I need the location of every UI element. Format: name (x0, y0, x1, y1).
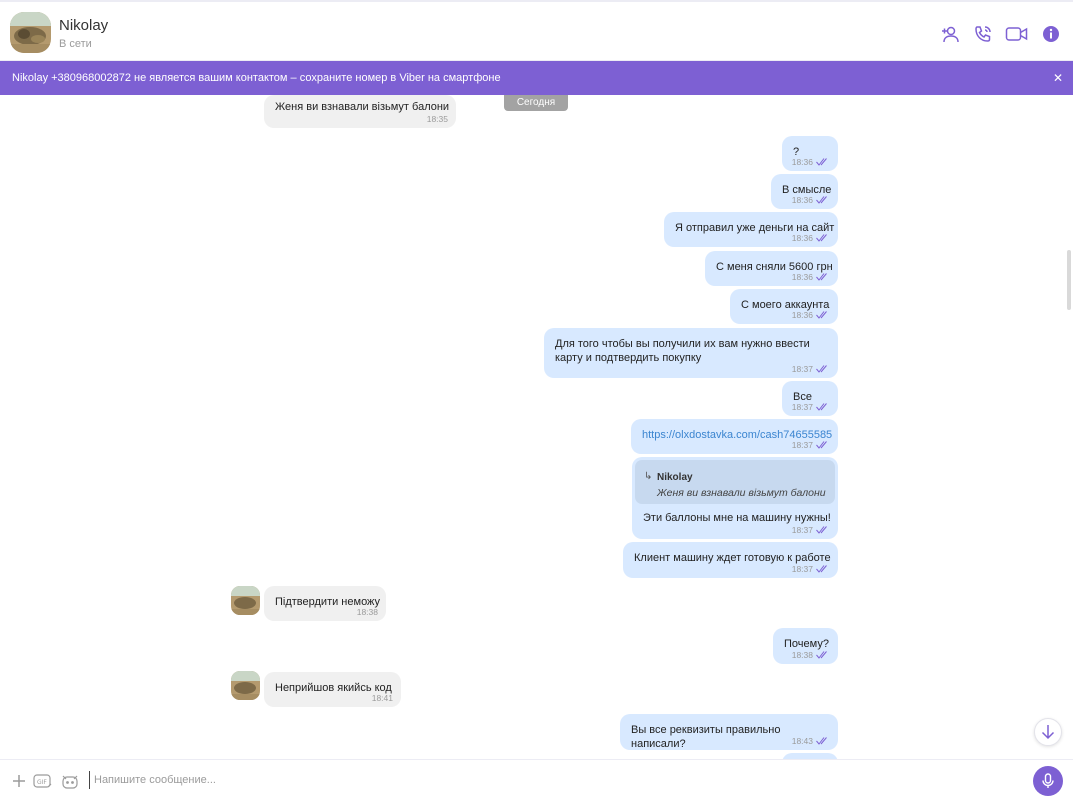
gif-icon[interactable]: GIF (33, 772, 53, 790)
message-bubble-outgoing[interactable]: Я отправил уже деньги на сайт 18:36 (664, 212, 838, 247)
message-time: 18:36 (792, 310, 829, 320)
message-bubble-outgoing[interactable]: Вы все реквизиты правильно написали? 18:… (620, 714, 838, 750)
sticker-icon[interactable] (60, 772, 80, 790)
message-bubble-outgoing[interactable]: С моего аккаунта 18:36 (730, 289, 838, 324)
svg-text:GIF: GIF (37, 779, 47, 786)
message-time: 18:37 (792, 525, 829, 535)
contact-avatar[interactable] (10, 12, 51, 53)
read-ticks-icon (816, 365, 827, 373)
message-text: Эти баллоны мне на машину нужны! (643, 512, 831, 524)
read-ticks-icon (816, 403, 827, 411)
not-a-contact-banner: Nikolay +380968002872 не является вашим … (0, 61, 1073, 95)
message-time: 18:36 (792, 233, 829, 243)
close-icon[interactable]: ✕ (1053, 61, 1063, 95)
message-text: Для того чтобы вы получили их вам нужно … (555, 337, 810, 365)
message-text-line: Для того чтобы вы получили их вам нужно … (555, 338, 810, 350)
message-bubble-incoming[interactable]: Неприйшов якийсь код 18:41 (264, 672, 401, 707)
read-ticks-icon (816, 158, 827, 166)
info-icon[interactable] (1039, 22, 1063, 46)
message-bubble-outgoing[interactable]: С меня сняли 5600 грн 18:36 (705, 251, 838, 286)
read-ticks-icon (816, 196, 827, 204)
read-ticks-icon (816, 737, 827, 745)
message-time: 18:41 (371, 693, 393, 703)
call-icon[interactable] (971, 22, 995, 46)
read-ticks-icon (816, 234, 827, 242)
reply-arrow-icon: ↳ (644, 471, 653, 482)
message-text-line: карту и подтвердить покупку (555, 352, 702, 364)
message-time: 18:38 (356, 607, 378, 617)
add-contact-icon[interactable] (937, 22, 961, 46)
sender-avatar[interactable] (231, 586, 260, 615)
message-time: 18:36 (792, 157, 829, 167)
message-bubble-outgoing[interactable]: https://olxdostavka.com/cash74655585 18:… (631, 419, 838, 454)
message-text: Клиент машину ждет готовую к работе (634, 552, 831, 564)
contact-name[interactable]: Nikolay (59, 17, 108, 34)
message-bubble-incoming[interactable]: Женя ви взнавали візьмут балони 18:35 (264, 95, 456, 128)
message-bubble-reply[interactable]: ↳ Nikolay Женя ви взнавали візьмут балон… (632, 457, 838, 539)
message-bubble-outgoing[interactable]: ? 18:36 (782, 136, 838, 171)
quoted-sender: Nikolay (657, 472, 693, 483)
message-time: 18:36 (792, 272, 829, 282)
read-ticks-icon (816, 565, 827, 573)
scrollbar-thumb[interactable] (1067, 250, 1071, 310)
voice-message-button[interactable] (1033, 766, 1063, 796)
chat-header: Nikolay В сети (0, 0, 1073, 61)
message-bubble-outgoing[interactable]: В смысле 18:36 (771, 174, 838, 209)
scroll-to-bottom-button[interactable] (1034, 718, 1062, 746)
message-bubble-outgoing[interactable]: Клиент машину ждет готовую к работе 18:3… (623, 542, 838, 578)
viber-chat-window: Nikolay В сети Nikolay +380968002872 не … (0, 0, 1073, 800)
read-ticks-icon (816, 311, 827, 319)
message-composer: GIF (0, 759, 1073, 800)
quoted-message[interactable]: ↳ Nikolay Женя ви взнавали візьмут балон… (635, 460, 835, 504)
header-actions (937, 22, 1063, 46)
read-ticks-icon (816, 441, 827, 449)
message-time: 18:35 (426, 114, 448, 124)
banner-text: Nikolay +380968002872 не является вашим … (12, 72, 501, 84)
message-bubble-outgoing[interactable]: Для того чтобы вы получили их вам нужно … (544, 328, 838, 378)
read-ticks-icon (816, 651, 827, 659)
contact-status: В сети (59, 38, 92, 50)
message-bubble-outgoing[interactable]: Почему? 18:38 (773, 628, 838, 664)
date-separator: Сегодня (504, 95, 568, 111)
message-text: Женя ви взнавали візьмут балони (275, 101, 450, 113)
message-time: 18:37 (792, 564, 829, 574)
message-bubble-outgoing[interactable]: Все 18:37 (782, 381, 838, 416)
message-bubble-incoming[interactable]: Підтвердити неможу 18:38 (264, 586, 386, 621)
message-time: 18:37 (792, 364, 829, 374)
message-time: 18:36 (792, 195, 829, 205)
microphone-icon (1042, 773, 1054, 788)
video-call-icon[interactable] (1005, 22, 1029, 46)
read-ticks-icon (816, 526, 827, 534)
message-text: Почему? (784, 638, 829, 650)
message-time: 18:37 (792, 402, 829, 412)
arrow-down-icon (1041, 725, 1055, 740)
message-time: 18:37 (792, 440, 829, 450)
read-ticks-icon (816, 273, 827, 281)
message-time: 18:38 (792, 650, 829, 660)
plus-icon[interactable] (11, 772, 27, 790)
message-list[interactable]: Женя ви взнавали візьмут балони 18:35 Се… (0, 95, 1073, 759)
quoted-text: Женя ви взнавали візьмут балони (657, 487, 826, 499)
sender-avatar[interactable] (231, 671, 260, 700)
message-time: 18:43 (792, 736, 829, 746)
message-input[interactable] (89, 771, 989, 789)
